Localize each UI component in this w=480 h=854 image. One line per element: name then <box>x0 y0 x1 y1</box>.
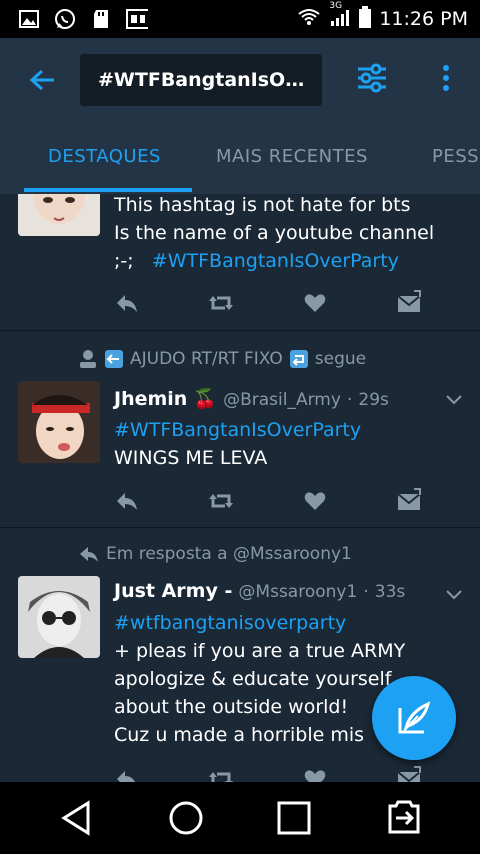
tweet-text-line: + pleas if you are a true ARMY <box>114 640 406 662</box>
author-name[interactable]: Just Army - <box>114 580 232 602</box>
tab-bar: DESTAQUES MAIS RECENTES PESS <box>0 122 480 194</box>
avatar[interactable] <box>18 194 100 236</box>
like-icon[interactable] <box>302 766 328 782</box>
app-bar: #WTFBangtanIsO… <box>0 38 480 122</box>
hashtag-link[interactable]: #wtfbangtanisoverparty <box>114 612 346 634</box>
direct-message-icon[interactable] <box>396 766 422 782</box>
separator: · <box>346 390 353 410</box>
reply-icon[interactable] <box>114 488 140 514</box>
hashtag-link[interactable]: #WTFBangtanIsOverParty <box>152 250 399 272</box>
like-icon[interactable] <box>302 290 328 316</box>
separator: · <box>363 582 369 602</box>
signal-icon: 3G <box>329 1 351 32</box>
reply-to-text[interactable]: Em resposta a @Mssaroony1 <box>106 544 352 564</box>
active-tab-indicator <box>24 188 192 192</box>
direct-message-icon[interactable] <box>396 290 422 316</box>
tab-pessoas[interactable]: PESS <box>432 146 479 167</box>
tweet-time: 29s <box>358 390 389 410</box>
tweet-card[interactable]: AJUDO RT/RT FIXO segue Jhemin 🍒 @Brasil_… <box>0 331 480 527</box>
more-vert-icon[interactable] <box>436 60 456 96</box>
tweet-card[interactable]: This hashtag is not hate for bts Is the … <box>0 194 480 330</box>
chevron-down-icon[interactable] <box>444 588 464 602</box>
battery-icon <box>359 5 372 33</box>
hashtag-link[interactable]: #WTFBangtanIsOverParty <box>114 419 361 441</box>
sd-card-icon <box>90 9 112 29</box>
compose-tweet-button[interactable] <box>372 676 456 760</box>
vpn-icon <box>126 9 148 29</box>
avatar[interactable] <box>18 381 100 463</box>
tweet-text-line: Cuz u made a horrible mis <box>114 724 365 746</box>
tweet-text-line: about the outside world! <box>114 696 349 718</box>
wifi-icon <box>297 8 321 31</box>
context-text: AJUDO RT/RT FIXO <box>130 349 283 369</box>
tweet-actions <box>114 488 424 514</box>
tweet-actions <box>114 766 424 782</box>
tweet-text-prefix: ;-; <box>114 250 134 272</box>
cherry-emoji: 🍒 <box>193 388 218 410</box>
filter-icon[interactable] <box>354 60 390 96</box>
search-query-text: #WTFBangtanIsO… <box>98 69 305 91</box>
return-arrow-emoji-icon <box>289 350 308 368</box>
tab-mais-recentes[interactable]: MAIS RECENTES <box>216 146 368 167</box>
avatar[interactable] <box>18 576 100 658</box>
recents-nav-icon[interactable] <box>274 798 314 838</box>
status-bar: 3G 11:26 PM <box>0 0 480 38</box>
reply-icon[interactable] <box>114 766 140 782</box>
chevron-down-icon[interactable] <box>444 393 464 407</box>
tweet-text-line: Is the name of a youtube channel <box>114 222 435 244</box>
author-handle[interactable]: @Brasil_Army <box>223 390 341 410</box>
retweet-icon[interactable] <box>208 766 234 782</box>
left-arrow-emoji-icon <box>105 350 123 368</box>
tweet-actions <box>114 290 424 316</box>
author-name[interactable]: Jhemin <box>114 388 187 410</box>
tweet-text-line: apologize & educate yourself <box>114 668 392 690</box>
author-handle[interactable]: @Mssaroony1 <box>238 582 357 602</box>
compose-feather-icon <box>398 701 431 734</box>
retweet-icon[interactable] <box>208 488 234 514</box>
reply-icon <box>80 547 98 562</box>
gallery-icon <box>18 9 40 29</box>
context-suffix: segue <box>314 349 367 369</box>
system-nav-bar <box>0 782 480 854</box>
network-type-label: 3G <box>329 0 343 11</box>
direct-message-icon[interactable] <box>396 488 422 514</box>
tweet-text-line: This hashtag is not hate for bts <box>114 194 411 216</box>
person-icon <box>80 350 96 368</box>
whatsapp-icon <box>54 9 76 29</box>
like-icon[interactable] <box>302 488 328 514</box>
tweet-text-line: WINGS ME LEVA <box>114 447 268 469</box>
clock: 11:26 PM <box>379 8 468 30</box>
search-query-field[interactable]: #WTFBangtanIsO… <box>80 54 322 106</box>
back-arrow-icon[interactable] <box>22 60 62 100</box>
back-nav-icon[interactable] <box>58 798 98 838</box>
home-nav-icon[interactable] <box>166 798 206 838</box>
tab-destaques[interactable]: DESTAQUES <box>48 146 161 167</box>
reply-icon[interactable] <box>114 290 140 316</box>
retweet-icon[interactable] <box>208 290 234 316</box>
screen-mirror-icon[interactable] <box>382 798 422 838</box>
tweet-time: 33s <box>374 582 406 602</box>
